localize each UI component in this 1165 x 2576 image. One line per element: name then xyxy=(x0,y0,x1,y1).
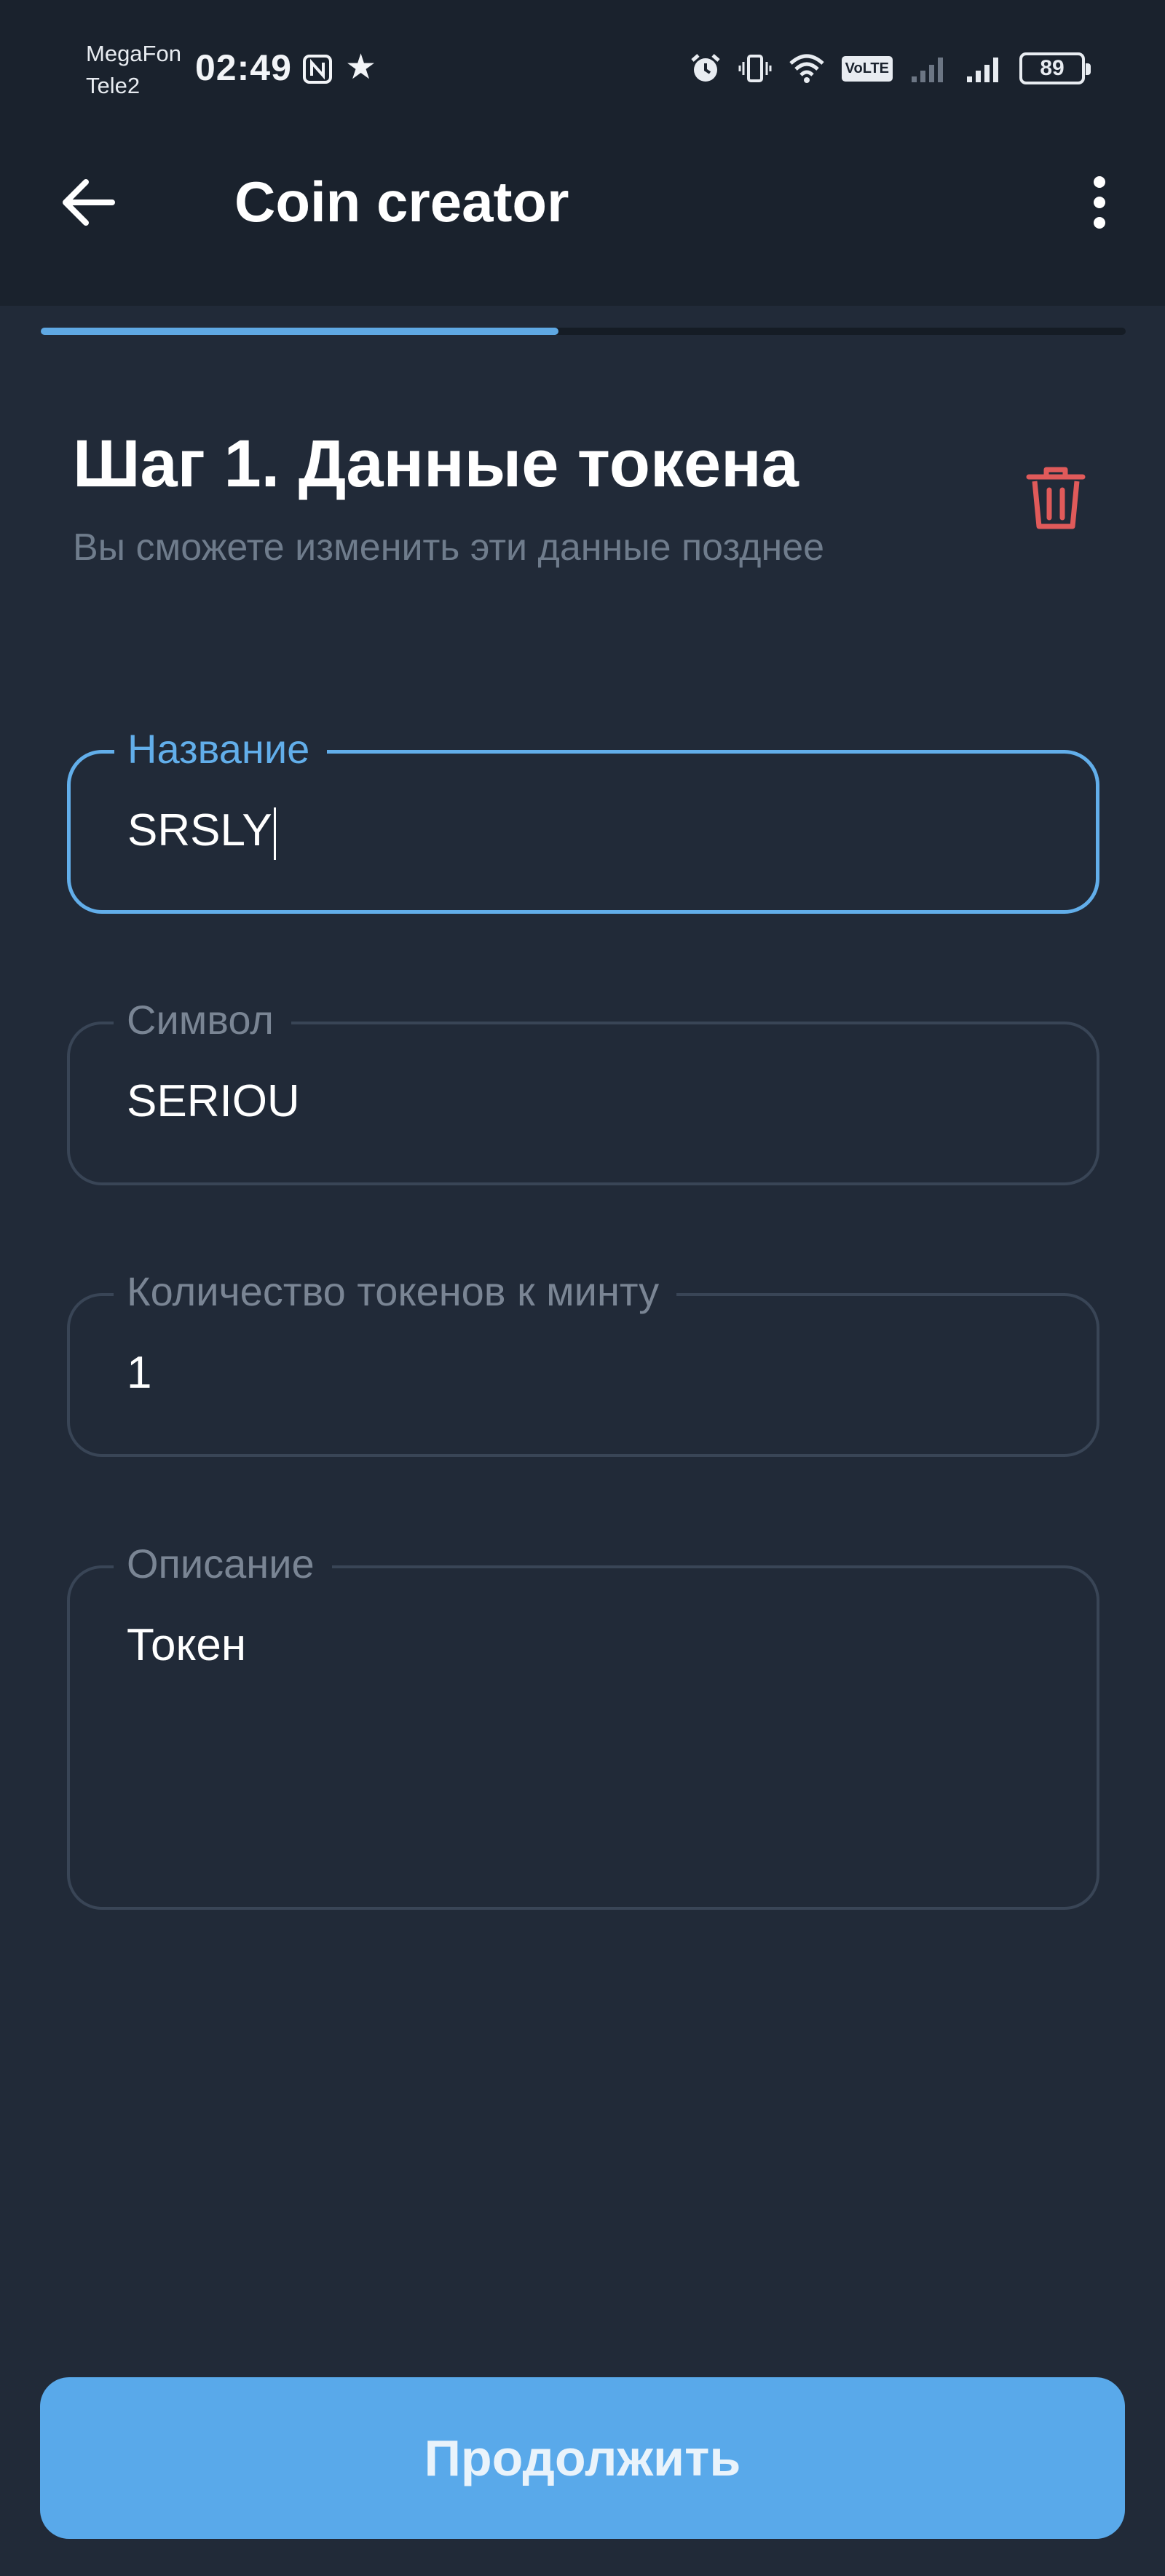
mint-amount-input[interactable]: 1 xyxy=(127,1347,151,1399)
vibrate-icon xyxy=(738,55,772,82)
description-input[interactable]: Токен xyxy=(127,1619,246,1671)
name-input-value: SRSLY xyxy=(127,805,272,856)
delete-button[interactable] xyxy=(1016,459,1096,539)
star-icon: ★ xyxy=(345,48,377,87)
battery-indicator: 89 xyxy=(1019,52,1091,84)
back-button[interactable] xyxy=(51,166,124,239)
symbol-field-label: Символ xyxy=(114,991,291,1049)
app-bar: Coin creator xyxy=(0,138,1165,262)
step-subtitle: Вы сможете изменить эти данные позднее xyxy=(73,526,825,569)
name-field-label: Название xyxy=(114,720,328,778)
description-field-label: Описание xyxy=(114,1535,332,1593)
wifi-icon xyxy=(789,54,824,83)
symbol-input[interactable]: SERIOU xyxy=(127,1075,300,1127)
mint-amount-field-label: Количество токенов к минту xyxy=(114,1263,677,1321)
carrier-names: MegaFon Tele2 xyxy=(86,38,181,102)
name-field[interactable]: Название SRSLY xyxy=(67,720,1099,914)
description-field[interactable]: Описание Токен xyxy=(67,1535,1099,1910)
status-time: 02:49 xyxy=(195,47,292,88)
more-options-button[interactable] xyxy=(1070,166,1129,239)
mint-amount-field[interactable]: Количество токенов к минту 1 xyxy=(67,1263,1099,1457)
alarm-icon xyxy=(690,54,720,82)
trash-icon xyxy=(1026,467,1086,529)
status-bar: MegaFon Tele2 02:49 ★ VoLTE 89 xyxy=(0,0,1165,138)
carrier-2: Tele2 xyxy=(86,73,141,98)
app-title: Coin creator xyxy=(234,170,569,234)
symbol-field[interactable]: Символ SERIOU xyxy=(67,991,1099,1185)
carrier-1: MegaFon xyxy=(86,41,181,66)
status-icons: VoLTE 89 xyxy=(689,48,1091,89)
progress-fill xyxy=(41,328,559,335)
text-caret xyxy=(273,807,276,860)
nfc-icon xyxy=(303,55,332,84)
name-input[interactable]: SRSLY xyxy=(127,805,276,860)
step-title: Шаг 1. Данные токена xyxy=(73,427,799,501)
more-vertical-icon xyxy=(1094,176,1105,229)
continue-button[interactable]: Продолжить xyxy=(40,2377,1125,2539)
volte-icon: VoLTE xyxy=(841,55,893,82)
arrow-left-icon xyxy=(63,179,115,226)
step-progress xyxy=(41,328,1126,335)
signal-icon xyxy=(967,58,998,82)
signal-icon xyxy=(912,58,943,82)
